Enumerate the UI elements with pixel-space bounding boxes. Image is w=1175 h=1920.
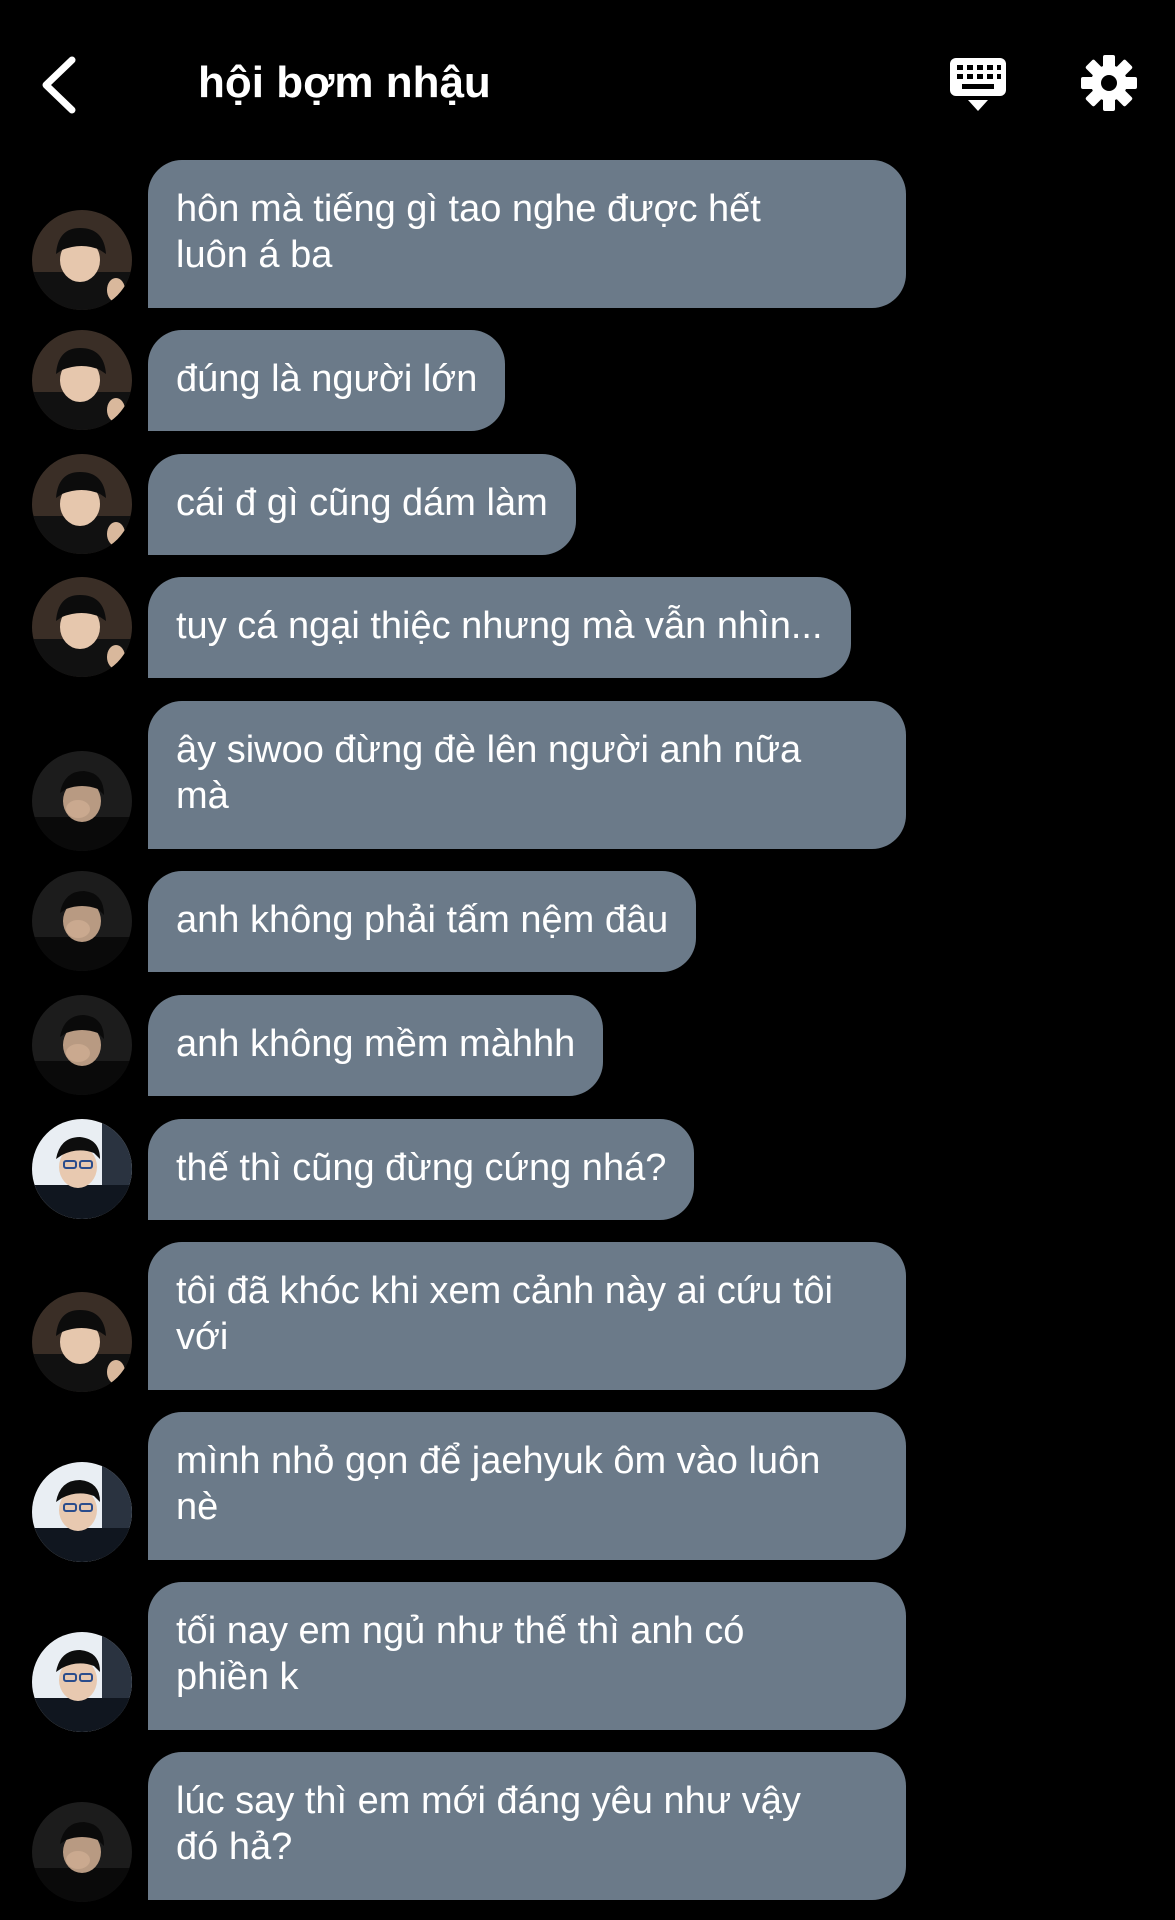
avatar-b bbox=[32, 751, 132, 851]
message-bubble[interactable]: lúc say thì em mới đáng yêu như vậy đó h… bbox=[148, 1752, 906, 1900]
avatar-a bbox=[32, 1292, 132, 1392]
avatar-a bbox=[32, 577, 132, 677]
avatar[interactable] bbox=[32, 871, 132, 971]
message-bubble[interactable]: mình nhỏ gọn để jaehyuk ôm vào luôn nè bbox=[148, 1412, 906, 1560]
message-bubble[interactable]: đúng là người lớn bbox=[148, 330, 506, 431]
message-bubble[interactable]: anh không phải tấm nệm đâu bbox=[148, 871, 697, 972]
avatar[interactable] bbox=[32, 210, 132, 310]
message-bubble[interactable]: cái đ gì cũng dám làm bbox=[148, 454, 576, 555]
avatar-a bbox=[32, 330, 132, 430]
avatar[interactable] bbox=[32, 751, 132, 851]
avatar-a bbox=[32, 210, 132, 310]
avatar[interactable] bbox=[32, 577, 132, 677]
chevron-left-icon bbox=[42, 56, 76, 114]
avatar[interactable] bbox=[32, 995, 132, 1095]
keyboard-button[interactable] bbox=[948, 56, 1008, 114]
avatar[interactable] bbox=[32, 1462, 132, 1562]
message-bubble[interactable]: tôi đã khóc khi xem cảnh này ai cứu tôi … bbox=[148, 1242, 906, 1390]
message-bubble[interactable]: thế thì cũng đừng cứng nhá? bbox=[148, 1119, 695, 1220]
back-button[interactable] bbox=[38, 52, 84, 118]
avatar[interactable] bbox=[32, 454, 132, 554]
avatar[interactable] bbox=[32, 1632, 132, 1732]
chat-title: hội bợm nhậu bbox=[198, 58, 491, 107]
avatar-b bbox=[32, 995, 132, 1095]
message-bubble[interactable]: anh không mềm màhhh bbox=[148, 995, 604, 1096]
chat-header: hội bợm nhậu bbox=[0, 0, 1175, 150]
avatar-c bbox=[32, 1119, 132, 1219]
settings-button[interactable] bbox=[1080, 54, 1138, 112]
message-bubble[interactable]: tối nay em ngủ như thế thì anh có phiền … bbox=[148, 1582, 906, 1730]
avatar-b bbox=[32, 1802, 132, 1902]
avatar-b bbox=[32, 871, 132, 971]
keyboard-icon bbox=[950, 58, 1006, 111]
avatar[interactable] bbox=[32, 330, 132, 430]
message-bubble[interactable]: ây siwoo đừng đè lên người anh nữa mà bbox=[148, 701, 906, 849]
message-bubble[interactable]: tuy cá ngại thiệc nhưng mà vẫn nhìn... bbox=[148, 577, 851, 678]
avatar[interactable] bbox=[32, 1292, 132, 1392]
avatar[interactable] bbox=[32, 1802, 132, 1902]
message-bubble[interactable]: hôn mà tiếng gì tao nghe được hết luôn á… bbox=[148, 160, 906, 308]
gear-icon bbox=[1081, 55, 1137, 111]
avatar-a bbox=[32, 454, 132, 554]
avatar[interactable] bbox=[32, 1119, 132, 1219]
avatar-c bbox=[32, 1462, 132, 1562]
avatar-c bbox=[32, 1632, 132, 1732]
